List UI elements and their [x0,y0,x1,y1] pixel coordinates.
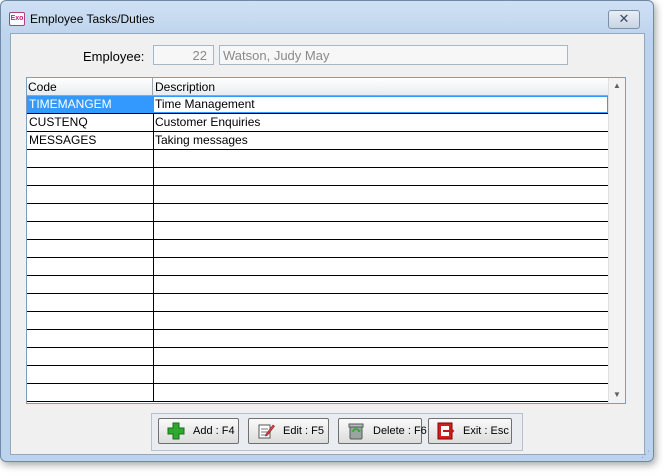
add-button[interactable]: Add : F4 [158,418,239,444]
tasks-grid[interactable]: Code Description TIMEMANGEM Time Manageme… [26,77,626,404]
table-row[interactable] [27,384,608,402]
employee-name-field: Watson, Judy May [219,45,568,65]
cell-code[interactable] [27,222,154,239]
scroll-down-arrow-icon[interactable]: ▼ [609,387,625,403]
cell-code[interactable] [27,348,154,365]
cell-code[interactable] [27,150,154,167]
cell-description[interactable] [153,276,608,293]
cell-code[interactable] [27,168,154,185]
table-row[interactable]: MESSAGES Taking messages [27,132,608,150]
exit-button[interactable]: Exit : Esc [428,418,512,444]
table-row[interactable] [27,330,608,348]
column-header-description[interactable]: Description [155,80,215,94]
cell-description[interactable] [153,204,608,221]
app-logo-icon: Exo [9,12,25,26]
table-row[interactable] [27,348,608,366]
column-divider[interactable] [152,78,153,95]
edit-button[interactable]: Edit : F5 [248,418,329,444]
table-row[interactable]: TIMEMANGEM Time Management [27,96,608,114]
column-header-code[interactable]: Code [28,80,57,94]
table-row[interactable] [27,240,608,258]
cell-code[interactable] [27,312,154,329]
employee-id-field: 22 [153,45,214,65]
cell-description[interactable] [153,168,608,185]
table-row[interactable] [27,276,608,294]
cell-description[interactable] [153,240,608,257]
cell-description[interactable] [153,330,608,347]
cell-code[interactable] [27,294,154,311]
button-bar: Add : F4 Edit : F5 Delete : F6 Exit: Es… [151,413,523,451]
cell-description[interactable] [153,384,608,401]
delete-button[interactable]: Delete : F6 [338,418,427,444]
cell-code[interactable]: MESSAGES [27,132,154,149]
cell-code[interactable] [27,204,154,221]
cell-code[interactable] [27,330,154,347]
resize-grip-icon[interactable]: ⋰ [641,449,650,460]
cell-description[interactable] [153,312,608,329]
cell-code[interactable] [27,186,154,203]
cell-code[interactable]: TIMEMANGEM [27,96,154,113]
cell-code[interactable]: CUSTENQ [27,114,154,131]
table-row[interactable] [27,258,608,276]
table-row[interactable] [27,366,608,384]
dialog-body: Employee: 22 Watson, Judy May Code Descr… [10,33,645,455]
cell-code[interactable] [27,258,154,275]
grid-rows: TIMEMANGEM Time Management CUSTENQ Customer… [27,96,608,402]
cell-description[interactable] [153,258,608,275]
exit-door-icon [437,422,455,440]
table-row[interactable] [27,186,608,204]
add-button-label: Add : F4 [193,425,235,437]
cell-description[interactable]: Customer Enquiries [153,114,608,131]
table-row[interactable] [27,150,608,168]
close-button[interactable]: ✕ [608,10,640,29]
grid-header: Code Description [27,78,608,96]
cell-code[interactable] [27,384,154,401]
plus-icon [167,422,185,440]
edit-button-label: Edit : F5 [283,425,324,437]
scroll-up-arrow-icon[interactable]: ▲ [609,78,625,94]
delete-button-label: Delete : F6 [373,425,427,437]
table-row[interactable] [27,204,608,222]
cell-description[interactable] [153,150,608,167]
employee-label: Employee: [83,49,145,64]
cell-description[interactable] [153,366,608,383]
table-row[interactable] [27,168,608,186]
table-row[interactable] [27,312,608,330]
table-row[interactable]: CUSTENQ Customer Enquiries [27,114,608,132]
exit-button-label: Exit : Esc [463,425,509,437]
cell-code[interactable] [27,366,154,383]
cell-description[interactable] [153,348,608,365]
edit-note-icon [258,424,275,439]
table-row[interactable] [27,222,608,240]
table-row[interactable] [27,294,608,312]
cell-description[interactable] [153,186,608,203]
window-title: Employee Tasks/Duties [30,12,155,26]
cell-code[interactable] [27,240,154,257]
cell-description[interactable] [153,222,608,239]
employee-tasks-window: Exo Employee Tasks/Duties ✕ Employee: 22… [0,0,654,462]
cell-description[interactable]: Taking messages [153,132,608,149]
cell-description[interactable]: Time Management [153,96,608,113]
cell-code[interactable] [27,276,154,293]
vertical-scrollbar[interactable]: ▲ ▼ [608,78,625,403]
recycle-bin-icon [348,423,364,440]
title-bar[interactable]: Exo Employee Tasks/Duties ✕ [1,1,653,33]
cell-description[interactable] [153,294,608,311]
